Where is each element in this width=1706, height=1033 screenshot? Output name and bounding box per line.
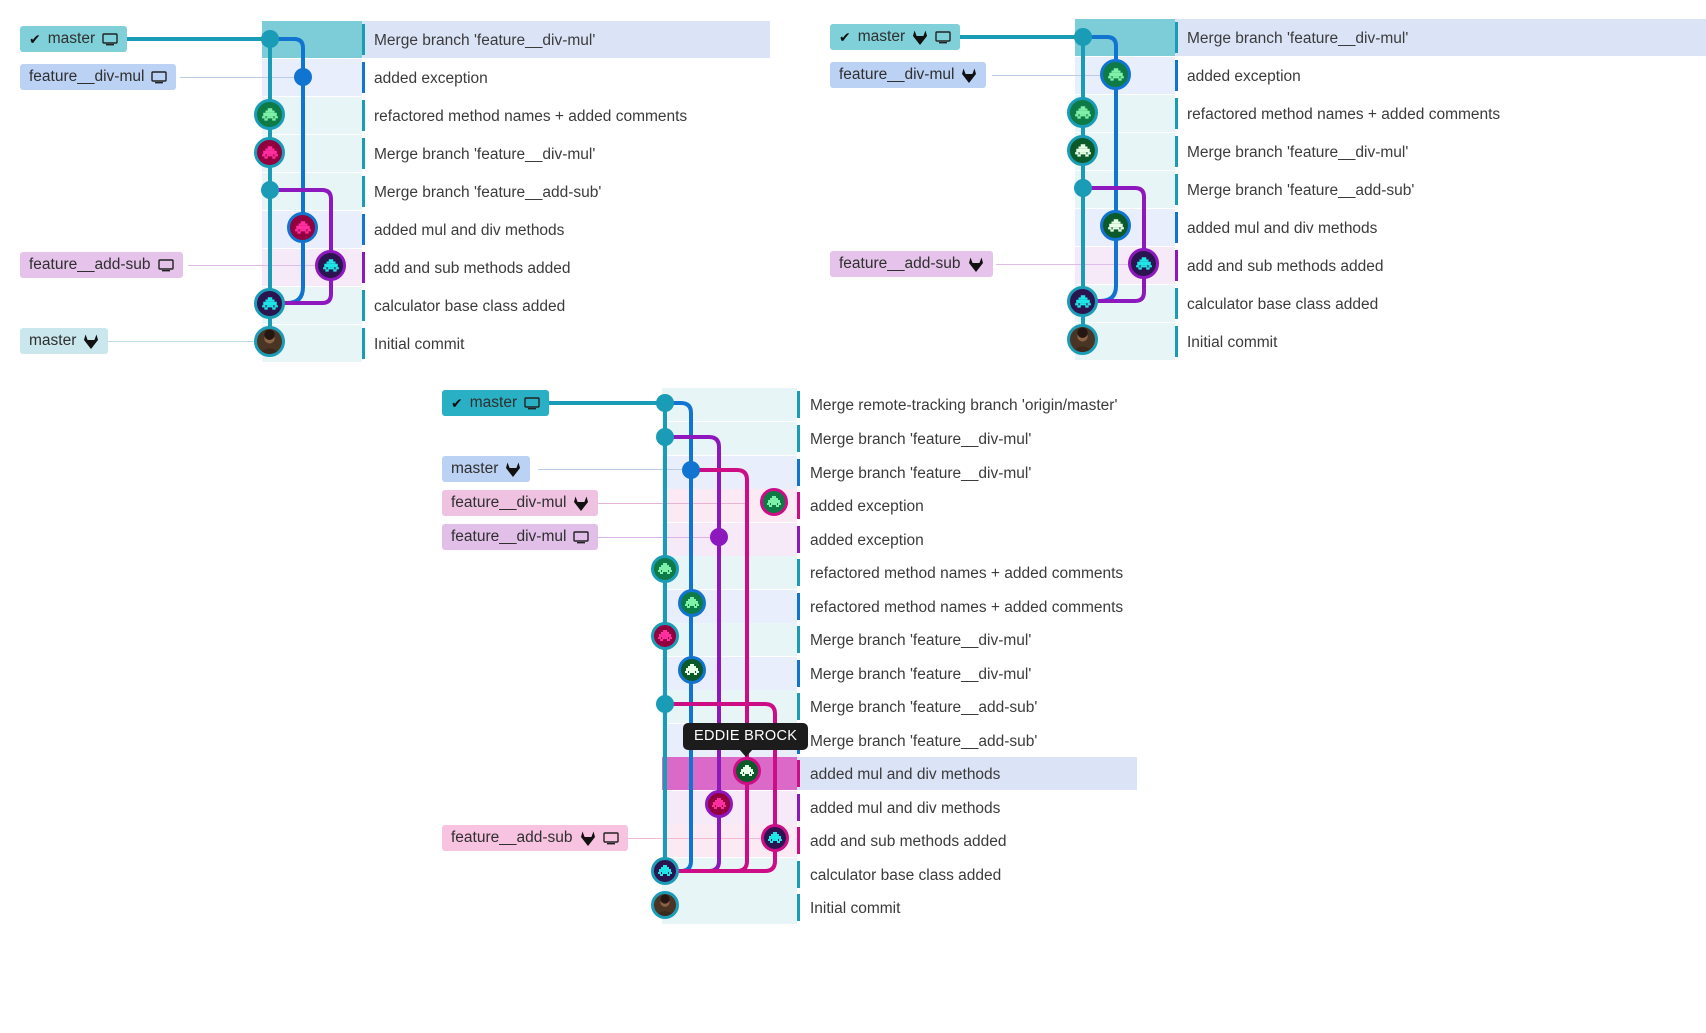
avatar[interactable] <box>705 790 733 818</box>
desktop-icon <box>573 530 590 544</box>
gitlab-icon <box>83 334 99 349</box>
desktop-icon <box>602 831 619 845</box>
avatar-photo[interactable] <box>1067 324 1098 355</box>
avatar[interactable] <box>1067 135 1098 166</box>
commit-graph-edges <box>116 30 333 341</box>
branch-label-master-current[interactable]: ✔ master <box>830 24 961 50</box>
avatar[interactable] <box>651 857 679 885</box>
gitlab-icon <box>912 30 928 45</box>
gitlab-icon <box>573 496 589 511</box>
avatar[interactable] <box>1067 97 1098 128</box>
merge-dot <box>682 461 700 479</box>
branch-label-master-local[interactable]: ✔ master <box>20 26 128 52</box>
merge-dot <box>261 30 279 48</box>
desktop-icon <box>524 396 540 410</box>
avatar[interactable] <box>1067 286 1098 317</box>
branch-label-text: feature__add-sub <box>839 255 961 272</box>
branch-label-text: master <box>29 332 77 349</box>
desktop-icon <box>151 70 168 84</box>
avatar[interactable] <box>1100 210 1131 241</box>
panel-merged-graph: Merge remote-tracking branch 'origin/mas… <box>430 385 1430 930</box>
desktop-icon <box>102 32 118 46</box>
branch-label-feature-div-mul-remote[interactable]: feature__div-mul <box>830 62 987 88</box>
desktop-icon <box>157 258 174 272</box>
merge-dot <box>656 428 674 446</box>
check-icon: ✔ <box>839 28 851 45</box>
gitlab-icon <box>580 831 596 846</box>
branch-label-text: feature__div-mul <box>451 494 567 511</box>
author-tooltip: EDDIE BROCK <box>683 723 809 757</box>
desktop-icon <box>935 30 951 44</box>
avatar-photo[interactable] <box>651 891 679 919</box>
branch-label-text: master <box>47 30 96 47</box>
avatar[interactable] <box>760 488 788 516</box>
branch-label-feature-add-sub-local[interactable]: feature__add-sub <box>20 252 183 278</box>
branch-label-text: feature__div-mul <box>451 528 567 545</box>
avatar[interactable] <box>1100 59 1131 90</box>
avatar[interactable] <box>761 824 789 852</box>
branch-label-text: feature__add-sub <box>29 256 151 273</box>
avatar[interactable] <box>1128 248 1159 279</box>
avatar[interactable] <box>254 99 285 130</box>
avatar[interactable] <box>254 137 285 168</box>
avatar[interactable] <box>651 622 679 650</box>
branch-label-master-remote[interactable]: master <box>442 456 531 482</box>
avatar[interactable] <box>678 589 706 617</box>
gitlab-icon <box>961 68 977 83</box>
merge-dot <box>261 181 279 199</box>
check-icon: ✔ <box>451 394 463 411</box>
merge-dot <box>710 528 728 546</box>
avatar[interactable] <box>287 212 318 243</box>
check-icon: ✔ <box>29 30 41 47</box>
branch-label-feature-add-sub-remote[interactable]: feature__add-sub <box>830 251 993 277</box>
avatar[interactable] <box>651 555 679 583</box>
panel-remote-tracking-graph: Merge branch 'feature__div-mul' added ex… <box>810 0 1706 372</box>
avatar[interactable] <box>678 656 706 684</box>
branch-label-feature-div-mul-local[interactable]: feature__div-mul <box>442 524 599 550</box>
branch-label-text: master <box>469 394 518 411</box>
merge-dot <box>294 68 312 86</box>
branch-label-text: feature__div-mul <box>29 68 145 85</box>
git-graph-screenshot: Merge branch 'feature__div-mul' added ex… <box>0 0 1706 1033</box>
avatar[interactable] <box>254 288 285 319</box>
avatar-photo[interactable] <box>254 326 285 357</box>
branch-label-master-local[interactable]: ✔ master <box>442 390 550 416</box>
avatar[interactable] <box>315 250 346 281</box>
gitlab-icon <box>968 257 984 272</box>
branch-label-feature-div-mul-local[interactable]: feature__div-mul <box>20 64 177 90</box>
panel-local-only-graph: Merge branch 'feature__div-mul' added ex… <box>0 0 790 372</box>
avatar[interactable] <box>733 757 761 785</box>
branch-label-text: master <box>451 460 499 477</box>
branch-label-feature-add-sub[interactable]: feature__add-sub <box>442 825 628 851</box>
branch-label-text: master <box>857 28 906 45</box>
commit-graph-edges <box>928 28 1146 340</box>
merge-dot <box>1074 28 1092 46</box>
merge-dot <box>656 695 674 713</box>
gitlab-icon <box>505 462 521 477</box>
merge-dot <box>656 394 674 412</box>
branch-label-text: feature__add-sub <box>451 829 573 846</box>
merge-dot <box>1074 179 1092 197</box>
branch-label-feature-div-mul-remote[interactable]: feature__div-mul <box>442 490 599 516</box>
branch-label-master-remote[interactable]: master <box>20 328 109 354</box>
branch-label-text: feature__div-mul <box>839 66 955 83</box>
